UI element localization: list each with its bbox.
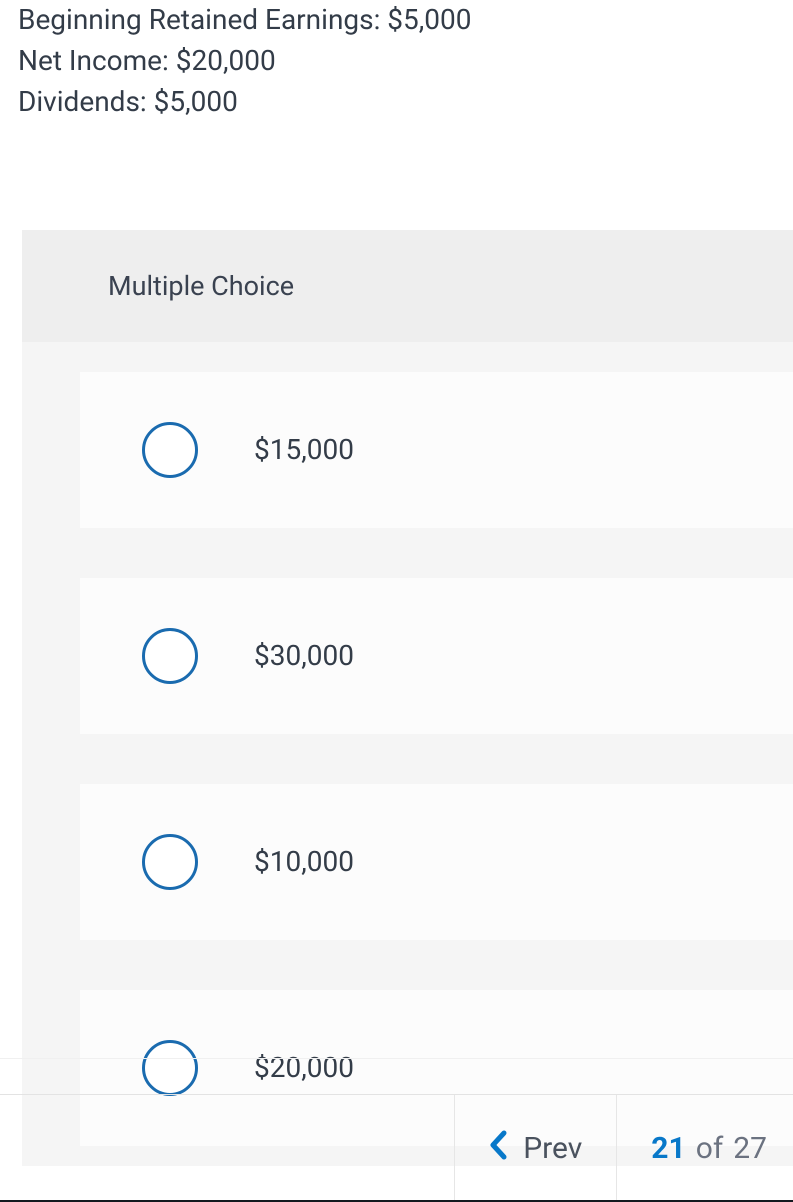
prev-label: Prev xyxy=(523,1131,582,1166)
multiple-choice-container: Multiple Choice $15,000 $30,000 $10,000 … xyxy=(22,230,793,1166)
radio-icon xyxy=(142,628,198,684)
question-line-2: Net Income: $20,000 xyxy=(18,41,775,80)
of-label: of xyxy=(696,1131,724,1166)
multiple-choice-header: Multiple Choice xyxy=(22,230,793,342)
footer-nav: Prev 21 of 27 xyxy=(0,1094,793,1202)
mc-option-label: $10,000 xyxy=(254,845,354,878)
question-info: Beginning Retained Earnings: $5,000 Net … xyxy=(0,0,793,122)
mc-option-label: $30,000 xyxy=(254,639,354,672)
radio-icon xyxy=(142,422,198,478)
question-line-3: Dividends: $5,000 xyxy=(18,82,775,121)
radio-icon xyxy=(142,834,198,890)
multiple-choice-options: $15,000 $30,000 $10,000 $20,000 xyxy=(22,342,793,1166)
mc-option-1[interactable]: $15,000 xyxy=(80,372,793,528)
chevron-left-icon xyxy=(489,1130,509,1168)
page-indicator: 21 of 27 xyxy=(616,1095,793,1202)
prev-button[interactable]: Prev xyxy=(454,1095,616,1202)
question-line-1: Beginning Retained Earnings: $5,000 xyxy=(18,0,775,39)
footer-top-divider xyxy=(0,1058,793,1094)
mc-option-label: $15,000 xyxy=(254,433,354,466)
total-pages: 27 xyxy=(733,1131,767,1166)
mc-option-3[interactable]: $10,000 xyxy=(80,784,793,940)
mc-option-2[interactable]: $30,000 xyxy=(80,578,793,734)
current-page: 21 xyxy=(651,1131,685,1166)
